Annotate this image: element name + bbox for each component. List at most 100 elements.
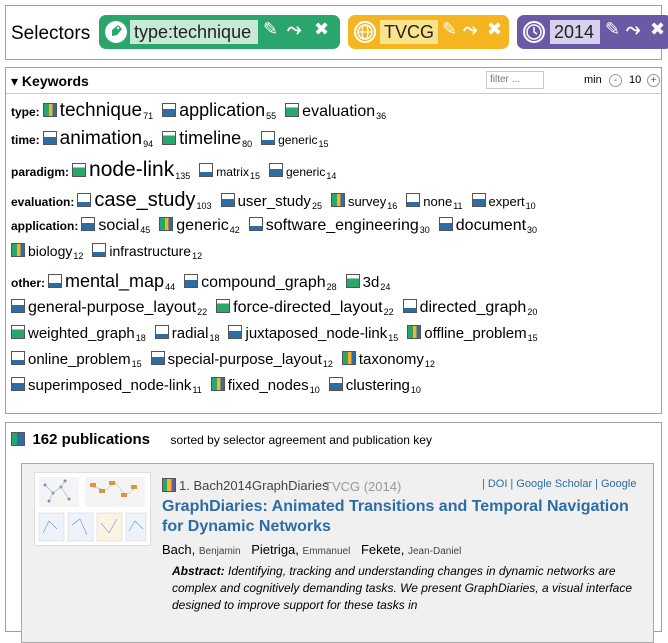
keyword-label: radial xyxy=(171,325,209,342)
keyword-checkbox[interactable] xyxy=(268,163,283,177)
keyword-item[interactable]: general-purpose_layout22 xyxy=(11,299,207,317)
keyword-item[interactable]: compound_graph28 xyxy=(184,274,337,292)
doi-link[interactable]: DOI xyxy=(488,478,508,490)
keyword-item[interactable]: superimposed_node-link11 xyxy=(11,377,202,395)
author-last[interactable]: Bach, xyxy=(162,542,195,557)
keyword-item[interactable]: fixed_nodes10 xyxy=(210,377,320,395)
edit-icon[interactable]: ✎ xyxy=(605,19,620,40)
keyword-item[interactable]: social45 xyxy=(81,217,150,235)
keyword-checkbox[interactable] xyxy=(11,325,25,339)
keyword-checkbox[interactable] xyxy=(328,377,343,391)
keyword-item[interactable]: infrastructure12 xyxy=(92,243,202,261)
increase-min-button[interactable]: + xyxy=(647,74,660,87)
keyword-checkbox[interactable] xyxy=(42,103,57,117)
publication-checkbox[interactable] xyxy=(162,478,176,492)
invert-icon[interactable]: ⤳ xyxy=(626,19,640,40)
publication-card[interactable]: 1. Bach2014GraphDiaries TVCG (2014) | DOI… xyxy=(21,463,654,643)
invert-icon[interactable]: ⤳ xyxy=(463,19,477,40)
keyword-checkbox[interactable] xyxy=(184,274,199,288)
keyword-item[interactable]: evaluation36 xyxy=(285,103,386,121)
keyword-item[interactable]: special-purpose_layout12 xyxy=(150,351,333,369)
keyword-checkbox[interactable] xyxy=(162,131,177,145)
keyword-item[interactable]: technique71 xyxy=(42,100,153,121)
keyword-checkbox[interactable] xyxy=(330,193,345,207)
keyword-item[interactable]: 3d24 xyxy=(345,274,390,292)
keyword-item[interactable]: software_engineering30 xyxy=(248,217,430,235)
keyword-checkbox[interactable] xyxy=(228,325,243,339)
keyword-item[interactable]: matrix15 xyxy=(199,163,260,181)
remove-icon[interactable]: ✖ xyxy=(314,19,329,40)
selector-chip-venue[interactable]: TVCG ✎ ⤳ ✖ xyxy=(348,15,509,49)
keyword-checkbox[interactable] xyxy=(48,274,62,288)
keyword-item[interactable]: clustering10 xyxy=(328,377,421,395)
keyword-checkbox[interactable] xyxy=(438,217,453,231)
keyword-checkbox[interactable] xyxy=(210,377,225,391)
keyword-item[interactable]: force-directed_layout22 xyxy=(216,299,394,317)
keyword-item[interactable]: generic15 xyxy=(261,131,329,149)
invert-icon[interactable]: ⤳ xyxy=(287,19,301,40)
keyword-item[interactable]: weighted_graph18 xyxy=(11,325,146,343)
keyword-filter-input[interactable] xyxy=(486,71,544,89)
keyword-checkbox[interactable] xyxy=(471,193,486,207)
publication-thumbnail[interactable] xyxy=(34,472,151,546)
keyword-item[interactable]: biology12 xyxy=(11,243,83,261)
keyword-checkbox[interactable] xyxy=(199,163,214,177)
keyword-item[interactable]: online_problem15 xyxy=(11,351,142,369)
keyword-item[interactable]: generic14 xyxy=(268,163,336,181)
google-scholar-link[interactable]: Google Scholar xyxy=(516,478,592,490)
remove-icon[interactable]: ✖ xyxy=(487,19,502,40)
keyword-checkbox[interactable] xyxy=(11,299,25,313)
keyword-item[interactable]: juxtaposed_node-link15 xyxy=(228,325,398,343)
keyword-checkbox[interactable] xyxy=(248,217,263,231)
keyword-item[interactable]: generic42 xyxy=(159,217,240,235)
keyword-checkbox[interactable] xyxy=(72,163,87,177)
author-last[interactable]: Pietriga, xyxy=(251,542,299,557)
keyword-item[interactable]: timeline80 xyxy=(162,128,252,149)
keyword-checkbox[interactable] xyxy=(285,103,300,117)
select-all-checkbox[interactable] xyxy=(11,432,25,446)
keyword-item[interactable]: animation94 xyxy=(42,128,153,149)
keyword-item[interactable]: survey16 xyxy=(330,193,397,211)
keyword-checkbox[interactable] xyxy=(216,299,231,313)
publication-title[interactable]: GraphDiaries: Animated Transitions and T… xyxy=(162,497,647,537)
keyword-checkbox[interactable] xyxy=(345,274,360,288)
selector-chip-year[interactable]: 2014 ✎ ⤳ ✖ xyxy=(517,15,668,49)
keyword-checkbox[interactable] xyxy=(154,325,169,339)
keyword-item[interactable]: case_study103 xyxy=(77,189,212,211)
keyword-checkbox[interactable] xyxy=(162,103,177,117)
keyword-checkbox[interactable] xyxy=(11,243,25,257)
keyword-item[interactable]: mental_map44 xyxy=(48,271,175,292)
keyword-checkbox[interactable] xyxy=(11,351,25,365)
keyword-checkbox[interactable] xyxy=(42,131,57,145)
author-last[interactable]: Fekete, xyxy=(361,542,404,557)
selector-chip-type[interactable]: type:technique ✎ ⤳ ✖ xyxy=(99,15,340,49)
keyword-item[interactable]: none11 xyxy=(406,193,463,211)
keyword-checkbox[interactable] xyxy=(402,299,417,313)
keyword-checkbox[interactable] xyxy=(220,193,235,207)
keyword-checkbox[interactable] xyxy=(159,217,174,231)
keyword-item[interactable]: expert10 xyxy=(471,193,536,211)
keyword-item[interactable]: document30 xyxy=(438,217,537,235)
keyword-checkbox[interactable] xyxy=(341,351,356,365)
decrease-min-button[interactable]: - xyxy=(609,74,622,87)
keyword-item[interactable]: user_study25 xyxy=(220,193,322,211)
keyword-checkbox[interactable] xyxy=(81,217,96,231)
keyword-item[interactable]: node-link135 xyxy=(72,158,190,181)
keyword-checkbox[interactable] xyxy=(407,325,422,339)
keyword-checkbox[interactable] xyxy=(11,377,25,391)
keyword-checkbox[interactable] xyxy=(92,243,107,257)
keywords-title[interactable]: ▾ Keywords xyxy=(11,73,89,90)
keyword-item[interactable]: radial18 xyxy=(154,325,219,343)
keyword-item[interactable]: directed_graph20 xyxy=(402,299,537,317)
google-link[interactable]: Google xyxy=(601,478,636,490)
keyword-checkbox[interactable] xyxy=(406,193,421,207)
edit-icon[interactable]: ✎ xyxy=(263,19,278,40)
keyword-item[interactable]: taxonomy12 xyxy=(341,351,435,369)
keyword-item[interactable]: application55 xyxy=(162,100,276,121)
remove-icon[interactable]: ✖ xyxy=(650,19,665,40)
keyword-checkbox[interactable] xyxy=(77,193,92,207)
keyword-checkbox[interactable] xyxy=(261,131,276,145)
keyword-item[interactable]: offline_problem15 xyxy=(407,325,538,343)
keyword-checkbox[interactable] xyxy=(150,351,165,365)
edit-icon[interactable]: ✎ xyxy=(442,19,457,40)
